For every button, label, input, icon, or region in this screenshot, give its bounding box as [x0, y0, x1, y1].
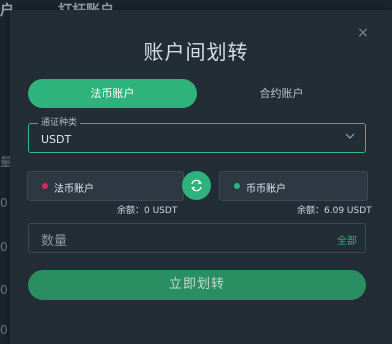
tab-contract-account[interactable]: 合约账户: [197, 79, 366, 108]
currency-select-label: 通证种类: [38, 118, 81, 129]
currency-select-value: USDT: [41, 133, 72, 146]
background-number: 0: [0, 240, 8, 254]
to-account-status-dot: [234, 183, 240, 189]
amount-placeholder: 数量: [41, 234, 68, 249]
background-number: 0: [0, 196, 8, 210]
transfer-dialog: 账户间划转 × 法币账户 合约账户 通证种类 USDT 法币账户 币币账户 余额…: [10, 10, 392, 344]
background-number: 0: [0, 283, 8, 297]
swap-icon: [191, 179, 202, 192]
amount-input[interactable]: 数量 全部: [28, 223, 366, 253]
from-account-select[interactable]: 法币账户: [27, 171, 184, 201]
background-number: 0: [0, 323, 8, 337]
to-account-select[interactable]: 币币账户: [219, 171, 368, 201]
from-account-status-dot: [42, 183, 48, 189]
transfer-submit-button[interactable]: 立即划转: [28, 270, 366, 300]
to-account-label: 币币账户: [246, 184, 286, 195]
to-account-balance: 余额：6.09 USDT: [297, 206, 372, 216]
swap-accounts-button[interactable]: [182, 171, 211, 200]
from-account-label: 法币账户: [54, 184, 94, 195]
dialog-title: 账户间划转: [143, 40, 249, 64]
from-account-balance: 余额：0 USDT: [117, 206, 178, 216]
tab-fiat-account[interactable]: 法币账户: [28, 79, 197, 108]
currency-select[interactable]: 通证种类 USDT: [28, 118, 366, 153]
close-icon[interactable]: ×: [355, 25, 371, 41]
all-amount-link[interactable]: 全部: [337, 232, 357, 247]
chevron-down-icon: [345, 133, 355, 139]
